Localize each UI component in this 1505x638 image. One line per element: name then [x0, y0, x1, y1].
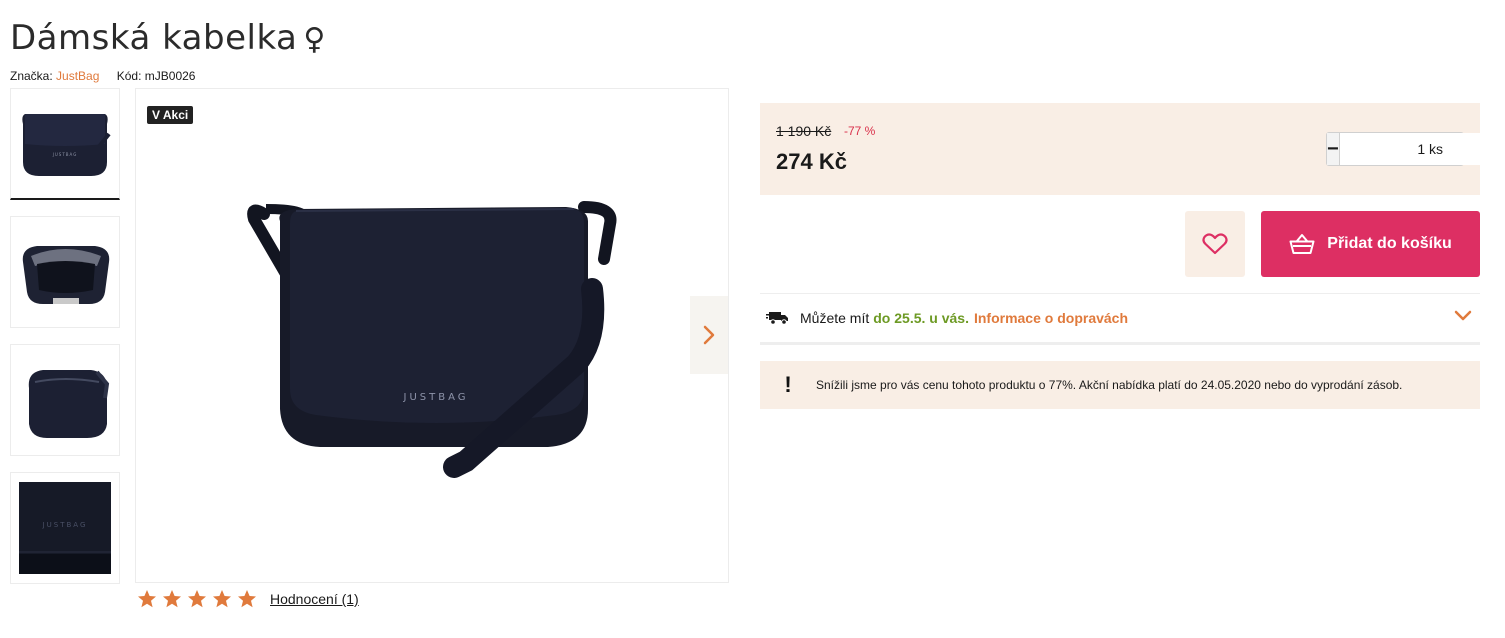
wishlist-button[interactable] — [1185, 211, 1245, 277]
delivery-text: Můžete mít — [800, 310, 870, 326]
svg-text:JUSTBAG: JUSTBAG — [42, 521, 88, 529]
delivery-info-row[interactable]: Můžete mít do 25.5. u vás. Informace o d… — [760, 293, 1480, 345]
thumbnail-detail[interactable]: JUSTBAG — [10, 472, 120, 584]
notice-text: Snížili jsme pro vás cenu tohoto produkt… — [816, 378, 1403, 392]
heart-icon — [1202, 233, 1228, 255]
product-rating: Hodnocení (1) — [137, 589, 359, 609]
thumbnail-front[interactable]: JUSTBAG — [10, 88, 120, 200]
brand-link[interactable]: JustBag — [56, 69, 99, 83]
next-image-button[interactable] — [690, 296, 728, 374]
brand-label: Značka: — [10, 69, 53, 83]
code-label: Kód: — [116, 69, 142, 83]
bag-detail-thumbnail-image: JUSTBAG — [19, 482, 111, 574]
svg-text:JUSTBAG: JUSTBAG — [403, 392, 469, 403]
add-to-cart-button[interactable]: Přidat do košíku — [1261, 211, 1480, 277]
handbag-image: JUSTBAG — [247, 201, 617, 478]
bag-back-thumbnail-image — [28, 370, 110, 438]
svg-text:JUSTBAG: JUSTBAG — [52, 152, 78, 157]
rating-link[interactable]: Hodnocení (1) — [270, 591, 359, 607]
delivery-date: do 25.5. u vás. — [873, 310, 969, 326]
price-box: 1 190 Kč -77 % 274 Kč − + — [760, 103, 1505, 195]
chevron-right-icon — [703, 325, 715, 345]
discount-notice: ! Snížili jsme pro vás cenu tohoto produ… — [760, 361, 1480, 409]
page-title: Dámská kabelka ♀ — [10, 18, 326, 58]
product-meta: Značka: JustBag Kód: mJB0026 — [10, 69, 195, 83]
exclamation-icon: ! — [784, 372, 792, 397]
product-code: mJB0026 — [144, 69, 196, 83]
product-title: Dámská kabelka — [10, 18, 298, 58]
star-icon — [163, 590, 181, 608]
delivery-info-link[interactable]: Informace o dopravách — [974, 310, 1128, 326]
current-price: 274 Kč — [776, 149, 847, 174]
bag-open-thumbnail-image — [22, 246, 110, 304]
discount-percent: -77 % — [844, 124, 876, 138]
chevron-down-icon[interactable] — [1454, 310, 1472, 322]
thumbnail-list: JUSTBAG JUSTBAG — [10, 88, 120, 600]
bag-front-thumbnail-image: JUSTBAG — [22, 113, 111, 176]
thumbnail-back[interactable] — [10, 344, 120, 456]
main-product-image[interactable]: V Akci JUSTBAG — [135, 88, 729, 583]
old-price: 1 190 Kč — [776, 123, 832, 139]
add-to-cart-label: Přidat do košíku — [1327, 235, 1452, 252]
star-icon — [238, 590, 256, 608]
star-icon — [138, 590, 156, 608]
quantity-input[interactable] — [1338, 133, 1505, 165]
decrease-quantity-button[interactable]: − — [1327, 133, 1339, 165]
female-symbol-icon: ♀ — [303, 22, 326, 57]
star-icon — [188, 590, 206, 608]
star-icon — [213, 590, 231, 608]
quantity-stepper: − + — [1326, 132, 1505, 166]
truck-icon — [766, 312, 788, 325]
basket-icon — [1289, 234, 1315, 254]
thumbnail-open[interactable] — [10, 216, 120, 328]
